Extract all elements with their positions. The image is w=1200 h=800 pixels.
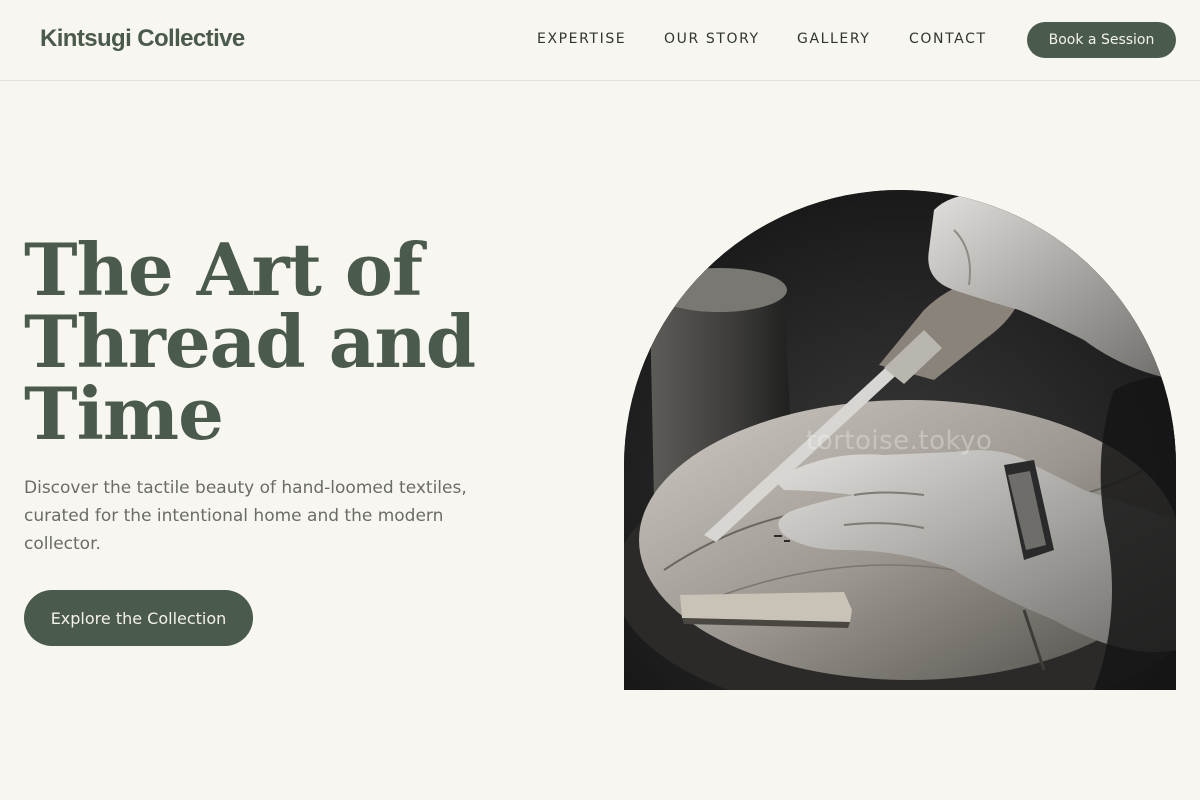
- image-watermark: tortoise.tokyo: [806, 426, 993, 456]
- hero-title: The Art of Thread and Time: [24, 234, 544, 450]
- brand-logo[interactable]: Kintsugi Collective: [40, 25, 245, 53]
- nav-link-contact[interactable]: CONTACT: [909, 31, 987, 47]
- nav-link-our-story[interactable]: OUR STORY: [664, 31, 760, 47]
- hero-image: tortoise.tokyo: [624, 190, 1176, 690]
- hero-title-line: Time: [24, 371, 224, 456]
- book-session-button[interactable]: Book a Session: [1027, 22, 1176, 58]
- nav-link-gallery[interactable]: GALLERY: [797, 31, 870, 47]
- nav-link-expertise[interactable]: EXPERTISE: [537, 31, 626, 47]
- explore-collection-button[interactable]: Explore the Collection: [24, 590, 253, 646]
- hero-subtitle: Discover the tactile beauty of hand-loom…: [24, 478, 467, 554]
- site-header: Kintsugi Collective EXPERTISE OUR STORY …: [0, 0, 1200, 81]
- hero-title-line: Thread and: [24, 299, 476, 384]
- hero-title-line: The Art of: [24, 227, 423, 312]
